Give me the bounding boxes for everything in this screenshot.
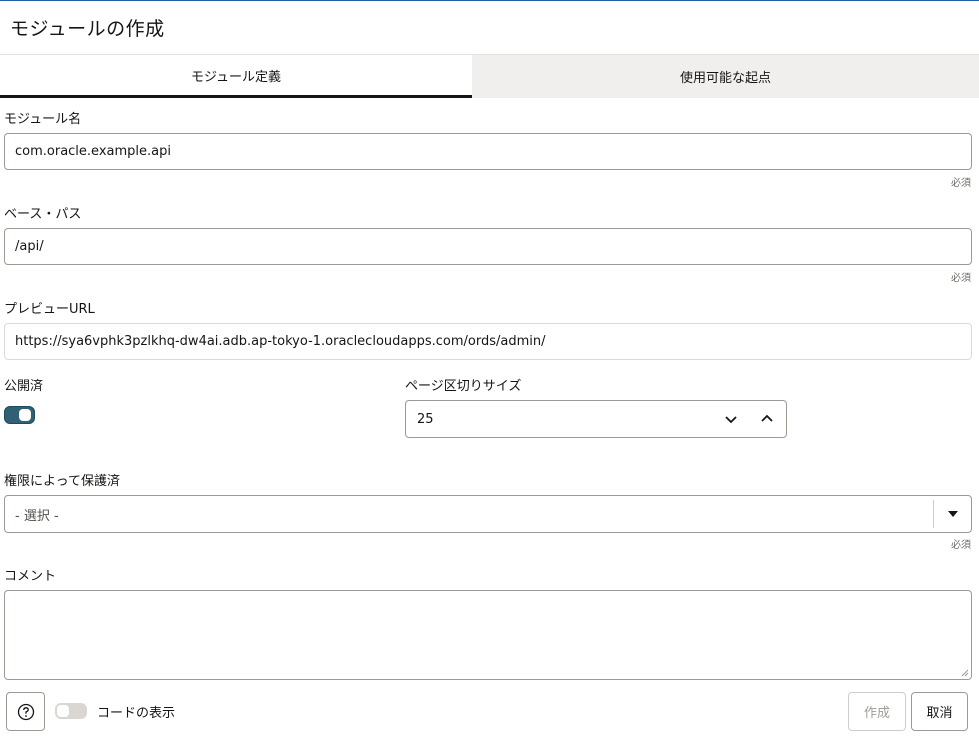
toggle-knob [57,705,69,717]
caret-down-icon [947,511,958,517]
module-name-input[interactable]: com.oracle.example.api [4,133,972,170]
base-path-required-hint: 必須 [951,273,971,284]
preview-url-value: https://sya6vphk3pzlkhq-dw4ai.adb.ap-tok… [15,334,546,349]
published-label: 公開済 [4,379,44,394]
preview-url-field: https://sya6vphk3pzlkhq-dw4ai.adb.ap-tok… [4,323,972,360]
module-name-value: com.oracle.example.api [15,144,171,159]
privilege-select[interactable]: - 選択 - [4,495,972,533]
base-path-label: ベース・パス [4,207,82,222]
toggle-knob [19,409,31,421]
tab-available-origins[interactable]: 使用可能な起点 [472,55,979,98]
increment-button[interactable] [752,401,782,437]
page-size-value: 25 [417,411,434,427]
help-button[interactable] [6,692,45,731]
base-path-input[interactable]: /api/ [4,228,972,265]
comment-textarea[interactable] [4,590,972,680]
module-name-label: モジュール名 [4,112,82,127]
select-dropdown-button[interactable] [934,496,971,532]
published-toggle[interactable] [4,406,35,424]
preview-url-label: プレビューURL [4,302,95,317]
show-code-label: コードの表示 [97,706,176,721]
resize-grip-icon[interactable] [961,669,969,677]
dialog-top-border [0,0,979,1]
dialog-title: モジュールの作成 [10,18,165,40]
page-size-input[interactable]: 25 [405,400,787,438]
chevron-down-icon [725,416,737,424]
help-circle-icon [17,703,34,720]
comment-label: コメント [4,569,57,584]
create-button[interactable]: 作成 [848,692,906,731]
privilege-label: 権限によって保護済 [4,474,120,489]
tab-module-definition[interactable]: モジュール定義 [0,55,472,98]
privilege-placeholder: - 選択 - [15,508,59,524]
decrement-button[interactable] [716,401,746,437]
privilege-required-hint: 必須 [951,540,971,551]
base-path-value: /api/ [15,239,44,254]
cancel-button[interactable]: 取消 [911,692,968,731]
module-name-required-hint: 必須 [951,178,971,189]
page-size-label: ページ区切りサイズ [405,379,522,394]
show-code-toggle[interactable] [55,703,87,719]
tab-bar: モジュール定義 使用可能な起点 [0,54,979,98]
chevron-up-icon [761,414,773,422]
